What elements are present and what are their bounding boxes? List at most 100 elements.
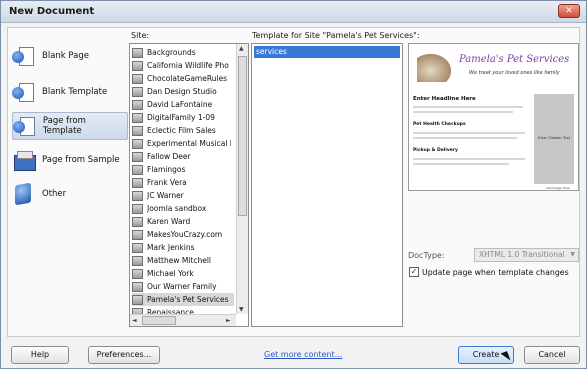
- category-label: Page from Template: [42, 116, 86, 136]
- site-item[interactable]: Michael York: [132, 267, 234, 280]
- site-item[interactable]: ChocolateGameRules: [132, 72, 234, 85]
- update-page-checkbox-row[interactable]: ✓ Update page when template changes: [409, 267, 569, 277]
- preview-tagline: We treat your loved ones like family: [469, 70, 560, 76]
- bunny-image: [417, 54, 451, 82]
- cancel-button[interactable]: Cancel: [524, 346, 580, 364]
- site-item[interactable]: MakesYouCrazy.com: [132, 228, 234, 241]
- scroll-thumb[interactable]: [142, 316, 176, 325]
- doctype-label: DocType:: [408, 251, 445, 260]
- template-column-label: Template for Site "Pamela's Pet Services…: [252, 31, 420, 40]
- site-icon: [132, 229, 143, 240]
- close-icon: ✕: [565, 6, 573, 16]
- site-item[interactable]: Flamingos: [132, 163, 234, 176]
- category-label: Page from Sample: [42, 155, 120, 165]
- page-from-sample-icon: [12, 149, 36, 171]
- site-icon: [132, 177, 143, 188]
- scroll-right-icon[interactable]: ►: [226, 317, 231, 324]
- site-list-vertical-scrollbar[interactable]: ▲ ▼: [236, 44, 248, 314]
- category-label: Blank Page: [42, 51, 89, 61]
- chevron-down-icon: ▼: [570, 251, 575, 258]
- preview-text-line: [413, 158, 525, 160]
- site-icon: [132, 86, 143, 97]
- other-icon: [12, 183, 36, 205]
- template-list[interactable]: services: [251, 43, 403, 327]
- category-page-from-sample[interactable]: Page from Sample: [12, 146, 128, 174]
- get-more-content-link[interactable]: Get more content...: [264, 350, 342, 359]
- site-icon: [132, 203, 143, 214]
- preview-text-line: [413, 137, 517, 139]
- site-icon: [132, 164, 143, 175]
- update-page-checkbox[interactable]: ✓: [409, 267, 419, 277]
- site-icon: [132, 138, 143, 149]
- site-item[interactable]: Eclectic Film Sales: [132, 124, 234, 137]
- preview-sidebar-text: Enter Sidebar Text: [538, 136, 571, 140]
- scroll-down-icon[interactable]: ▼: [239, 306, 244, 313]
- title-bar: New Document ✕: [1, 1, 586, 23]
- site-item[interactable]: Joomla sandbox: [132, 202, 234, 215]
- scroll-left-icon[interactable]: ◄: [132, 317, 137, 324]
- blank-page-icon: [12, 45, 36, 67]
- close-button[interactable]: ✕: [558, 4, 580, 18]
- site-item[interactable]: Mark Jenkins: [132, 241, 234, 254]
- site-icon: [132, 47, 143, 58]
- site-item[interactable]: Matthew Mitchell: [132, 254, 234, 267]
- site-item-selected[interactable]: Pamela's Pet Services: [132, 293, 234, 306]
- site-icon: [132, 73, 143, 84]
- template-preview: Pamela's Pet Services We treat your love…: [408, 43, 579, 191]
- template-item-selected[interactable]: services: [254, 46, 400, 58]
- preview-text-line: [413, 106, 523, 108]
- help-button[interactable]: Help: [11, 346, 69, 364]
- page-from-template-icon: [13, 115, 37, 137]
- new-document-dialog: New Document ✕ Blank Page Blank Template…: [0, 0, 587, 369]
- preview-text-line: [413, 132, 525, 134]
- preferences-button[interactable]: Preferences...: [88, 346, 160, 364]
- category-page-from-template[interactable]: Page from Template: [12, 112, 128, 140]
- doctype-select[interactable]: XHTML 1.0 Transitional ▼: [474, 248, 579, 262]
- preview-subheading: Pet Health Checkups: [413, 122, 466, 127]
- site-icon: [132, 60, 143, 71]
- site-list-horizontal-scrollbar[interactable]: ◄ ►: [130, 314, 236, 326]
- site-list[interactable]: Backgrounds California Wildlife Pho Choc…: [129, 43, 249, 327]
- scroll-thumb[interactable]: [238, 56, 247, 216]
- preview-heading: Enter Headline Here: [413, 96, 476, 102]
- category-blank-page[interactable]: Blank Page: [12, 42, 128, 70]
- site-item[interactable]: Backgrounds: [132, 46, 234, 59]
- category-blank-template[interactable]: Blank Template: [12, 78, 128, 106]
- preview-photo-label: Add Image Here: [545, 186, 570, 190]
- preview-header: Pamela's Pet Services We treat your love…: [413, 48, 575, 92]
- scroll-up-icon[interactable]: ▲: [239, 45, 244, 52]
- site-icon: [132, 125, 143, 136]
- site-icon: [132, 112, 143, 123]
- site-icon: [132, 294, 143, 305]
- site-icon: [132, 216, 143, 227]
- site-item[interactable]: David LaFontaine: [132, 98, 234, 111]
- site-icon: [132, 99, 143, 110]
- site-item[interactable]: Our Warner Family: [132, 280, 234, 293]
- site-item[interactable]: Frank Vera: [132, 176, 234, 189]
- site-icon: [132, 151, 143, 162]
- site-item[interactable]: California Wildlife Pho: [132, 59, 234, 72]
- site-item[interactable]: Experimental Musical I: [132, 137, 234, 150]
- site-item[interactable]: DigitalFamily 1-09: [132, 111, 234, 124]
- site-icon: [132, 268, 143, 279]
- update-page-checkbox-label: Update page when template changes: [422, 267, 569, 277]
- site-icon: [132, 190, 143, 201]
- site-icon: [132, 242, 143, 253]
- preview-subheading: Pickup & Delivery: [413, 148, 458, 153]
- preview-sidebar: Enter Sidebar Text: [534, 94, 574, 184]
- site-item[interactable]: Fallow Deer: [132, 150, 234, 163]
- preview-text-line: [413, 163, 509, 165]
- dialog-body: Blank Page Blank Template Page from Temp…: [7, 27, 580, 337]
- doctype-value: XHTML 1.0 Transitional: [479, 250, 565, 259]
- site-icon: [132, 255, 143, 266]
- blank-template-icon: [12, 81, 36, 103]
- category-label: Blank Template: [42, 87, 108, 97]
- site-item[interactable]: JC Warner: [132, 189, 234, 202]
- category-other[interactable]: Other: [12, 180, 128, 208]
- site-column-label: Site:: [131, 31, 150, 40]
- site-item[interactable]: Karen Ward: [132, 215, 234, 228]
- category-label: Other: [42, 189, 67, 199]
- site-item[interactable]: Dan Design Studio: [132, 85, 234, 98]
- dialog-title: New Document: [9, 6, 95, 17]
- preview-brand: Pamela's Pet Services: [459, 54, 570, 65]
